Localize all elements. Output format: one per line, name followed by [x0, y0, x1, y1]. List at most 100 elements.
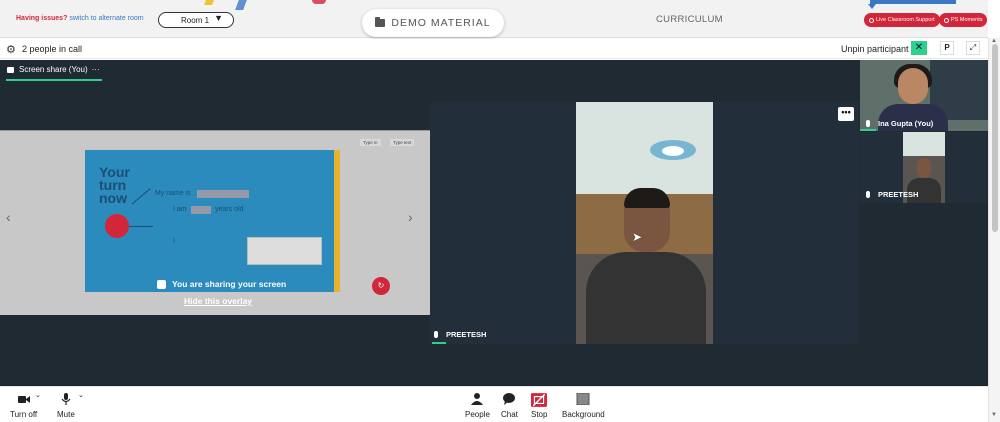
background-icon — [576, 393, 590, 405]
camera-label: Turn off — [10, 410, 38, 419]
mic-icon — [434, 331, 438, 338]
scrollbar-thumb[interactable] — [992, 44, 998, 232]
slide-line-2b: years old — [215, 206, 244, 213]
participant-head — [898, 68, 928, 104]
decorative-shape — [235, 0, 247, 10]
hide-overlay-link[interactable]: Hide this overlay — [184, 296, 252, 306]
unpin-close-button[interactable]: ✕ — [911, 41, 927, 55]
decorative-shape — [204, 0, 214, 5]
participant-body — [586, 252, 706, 344]
fullscreen-icon[interactable]: ⤢ — [966, 41, 980, 55]
participant-name: PREETESH — [446, 330, 487, 339]
blank-field — [197, 190, 249, 198]
participant-hair — [624, 188, 670, 208]
screen-share-label: Screen share (You) — [19, 65, 88, 74]
issues-notice: Having issues? switch to alternate room — [16, 15, 144, 22]
type-text-button[interactable]: Type text — [390, 139, 415, 146]
prev-slide-icon[interactable]: ‹ — [6, 209, 11, 225]
folder-icon — [375, 17, 386, 27]
self-name-label: Ina Gupta (You) — [866, 119, 933, 128]
share-action-icon[interactable]: ↻ — [372, 277, 390, 295]
participant-head — [917, 158, 931, 178]
sharing-overlay-message: You are sharing your screen — [157, 279, 286, 289]
demo-material-label: DEMO MATERIAL — [391, 17, 491, 29]
active-tab-indicator — [6, 79, 102, 81]
video-background — [903, 132, 945, 156]
top-bar: Having issues? switch to alternate room … — [0, 0, 988, 38]
blank-field — [191, 206, 211, 214]
scroll-down-icon[interactable]: ▼ — [991, 412, 997, 418]
speaking-indicator — [432, 342, 446, 344]
share-screen-icon — [157, 279, 166, 289]
mic-icon — [866, 191, 870, 198]
participant-name-label: PREETESH — [866, 190, 918, 199]
people-icon — [471, 393, 484, 405]
switch-room-link[interactable]: switch to alternate room — [69, 15, 143, 22]
room-select-value: Room 1 — [181, 15, 210, 25]
mic-toggle-button[interactable]: Mute — [57, 393, 75, 419]
main-video-tile[interactable]: ➤ ••• PREETESH — [430, 102, 859, 344]
screen-share-tab[interactable]: Screen share (You) ··· — [7, 65, 100, 74]
mic-label: Mute — [57, 410, 75, 419]
stop-share-button[interactable]: Stop — [531, 393, 547, 419]
slide-edge — [334, 150, 340, 292]
pin-p-button[interactable]: P — [940, 41, 954, 55]
slide-line-2: I am — [173, 206, 187, 213]
camera-icon — [17, 396, 30, 403]
curriculum-link[interactable]: CURRICULUM — [656, 14, 723, 25]
side-tile-preetesh[interactable]: PREETESH — [860, 132, 988, 203]
ceiling-fixture — [662, 146, 684, 156]
tooltip-strip — [870, 0, 956, 4]
unpin-participant-label[interactable]: Unpin participant — [841, 44, 909, 54]
mic-options-chevron-icon[interactable]: ⌄ — [78, 391, 84, 399]
issues-label: Having issues? — [16, 15, 68, 22]
camera-options-chevron-icon[interactable]: ⌄ — [35, 391, 41, 399]
demo-material-button[interactable]: DEMO MATERIAL — [362, 9, 504, 37]
ps-moments-button[interactable]: PS Moments — [939, 13, 988, 27]
more-options-button[interactable]: ••• — [838, 107, 854, 121]
background-button[interactable]: Background — [562, 393, 605, 419]
people-button[interactable]: People — [465, 393, 490, 419]
chat-label: Chat — [501, 410, 518, 419]
people-label: People — [465, 410, 490, 419]
next-slide-icon[interactable]: › — [408, 209, 413, 225]
stop-share-icon — [531, 393, 548, 407]
shared-slide: Your turn now My name is I am years old … — [85, 150, 338, 292]
chat-button[interactable]: Chat — [501, 393, 518, 419]
mic-icon — [866, 120, 870, 127]
type-in-button[interactable]: Type in — [360, 139, 381, 146]
gear-icon[interactable]: ⚙ — [6, 43, 16, 56]
slide-line-3: I — [173, 238, 175, 245]
stop-label: Stop — [531, 410, 548, 419]
room-select[interactable]: Room 1 ▼ — [158, 12, 234, 28]
slide-line-1: My name is — [155, 190, 191, 197]
live-support-button[interactable]: Live Classroom Support — [864, 13, 940, 27]
participant-video — [576, 102, 713, 344]
participant-name-label: PREETESH — [434, 330, 486, 339]
side-tile-self[interactable]: Ina Gupta (You) — [860, 60, 988, 131]
call-header: ⚙ 2 people in call Unpin participant ✕ P… — [0, 39, 988, 59]
sharing-message: You are sharing your screen — [172, 279, 287, 289]
monitor-icon — [7, 66, 14, 73]
mouse-cursor-icon: ➤ — [632, 230, 643, 244]
page-scrollbar[interactable]: ▲ ▼ — [988, 38, 1000, 422]
participant-name: PREETESH — [878, 190, 919, 199]
background-label: Background — [562, 410, 605, 419]
live-support-label: Live Classroom Support — [876, 17, 935, 23]
decorative-shape — [312, 0, 326, 4]
caret-down-icon: ▼ — [214, 13, 223, 23]
more-options-icon[interactable]: ··· — [92, 65, 100, 74]
video-stage: Screen share (You) ··· ‹ › Type in Type … — [0, 60, 988, 386]
connector-line — [129, 226, 153, 227]
camera-toggle-button[interactable]: Turn off — [10, 393, 37, 419]
tooltip-notch — [868, 4, 876, 9]
bottom-toolbar: Turn off ⌄ Mute ⌄ People Chat Stop Backg… — [0, 386, 988, 422]
slide-input-box — [247, 237, 322, 265]
people-count: 2 people in call — [22, 44, 83, 54]
moments-icon — [944, 17, 949, 23]
support-icon — [869, 17, 874, 23]
robot-icon — [105, 214, 129, 238]
slide-title: Your turn now — [99, 164, 130, 206]
ps-moments-label: PS Moments — [951, 17, 983, 23]
chat-icon — [503, 393, 516, 405]
